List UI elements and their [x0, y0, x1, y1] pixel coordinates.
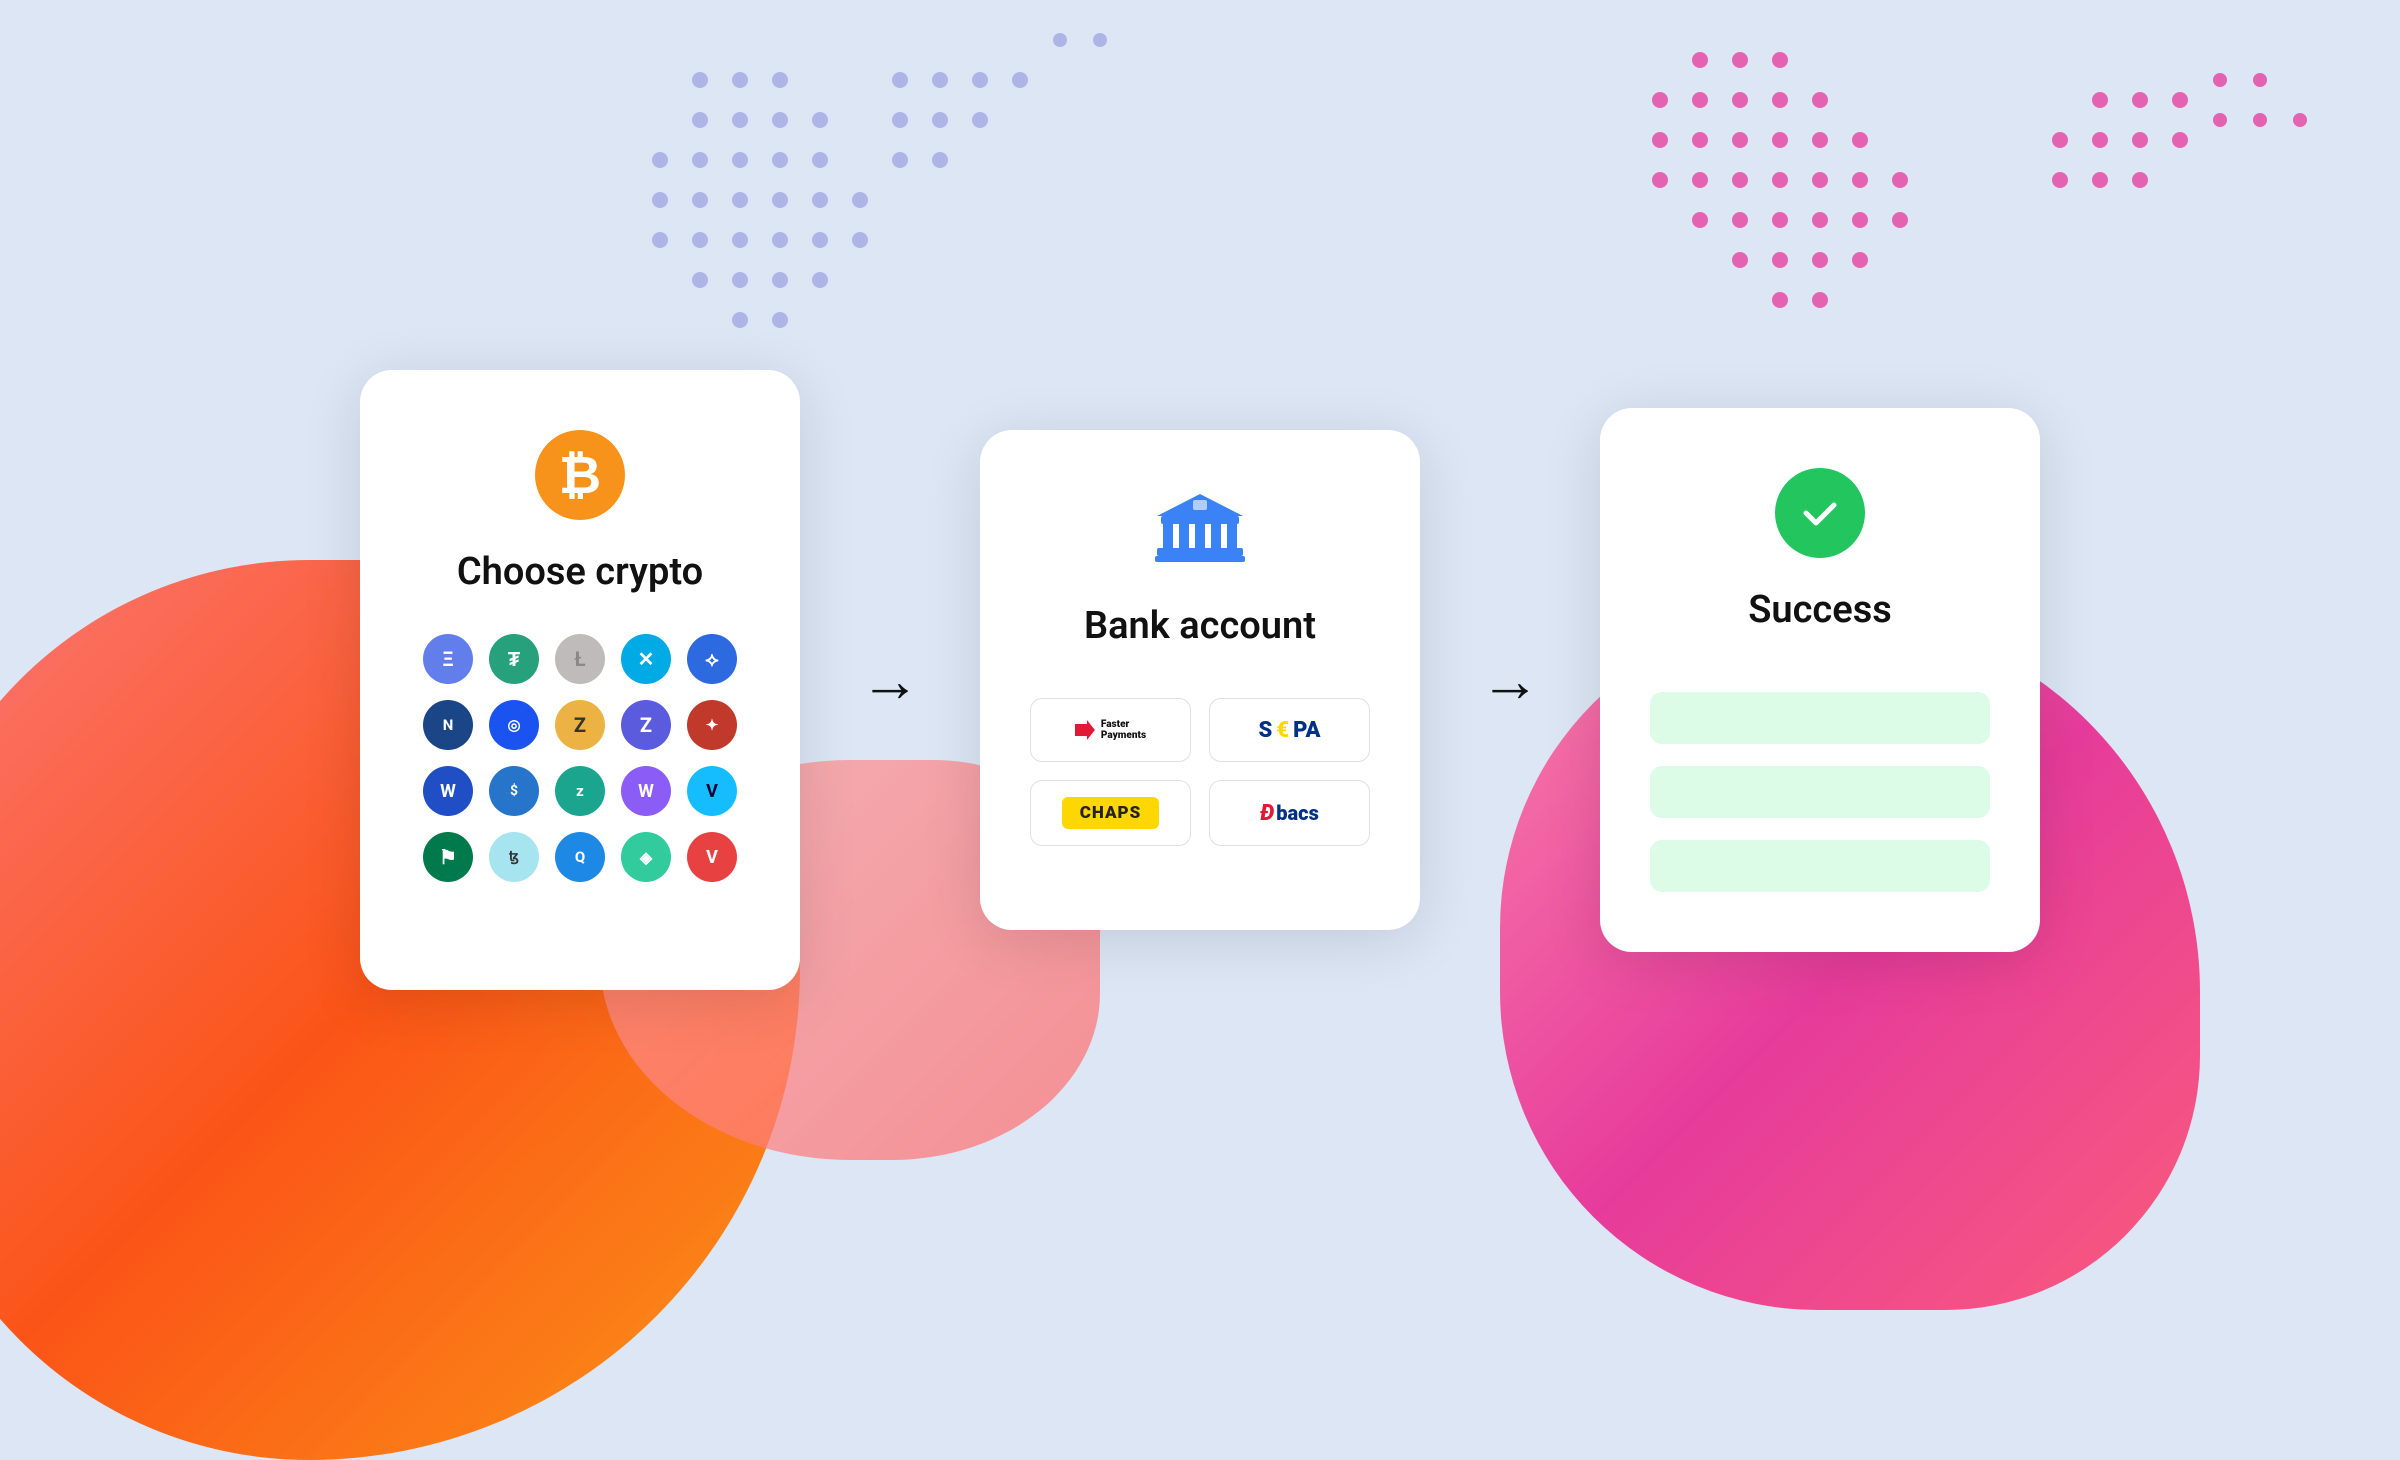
success-title: Success	[1748, 588, 1892, 632]
crypto-vechain[interactable]: V	[687, 766, 737, 816]
crypto-xrp[interactable]: ✕	[621, 634, 671, 684]
crypto-sa-rand[interactable]: ⚑	[423, 832, 473, 882]
bacs-arrow-symbol: Ð	[1260, 801, 1274, 826]
bacs-btn[interactable]: Ð bacs	[1209, 780, 1370, 846]
crypto-woo[interactable]: W	[423, 766, 473, 816]
success-card: Success	[1600, 408, 2040, 952]
main-container: ₿ Choose crypto Ξ ₮ Ł ✕ ⟡ N ◎ Z Z ✦ W $ …	[0, 0, 2400, 1360]
bank-account-card: Bank account Faster Payments S € PA	[980, 430, 1420, 930]
crypto-tether[interactable]: ₮	[489, 634, 539, 684]
crypto-paxos[interactable]: ✦	[687, 700, 737, 750]
crypto-zclassic[interactable]: Z	[621, 700, 671, 750]
arrow-2: →	[1480, 645, 1540, 716]
success-icon-wrapper	[1775, 468, 1865, 558]
crypto-zcoin[interactable]: ⟡	[687, 634, 737, 684]
faster-payments-btn[interactable]: Faster Payments	[1030, 698, 1191, 762]
arrow-1: →	[860, 645, 920, 716]
success-bar-2	[1650, 766, 1990, 818]
success-icon	[1775, 468, 1865, 558]
payment-methods-grid: Faster Payments S € PA CHAPS	[1030, 698, 1370, 846]
crypto-ocean[interactable]: ◎	[489, 700, 539, 750]
bitcoin-icon: ₿	[535, 430, 625, 520]
bitcoin-icon-wrapper: ₿	[535, 430, 625, 520]
choose-crypto-title: Choose crypto	[457, 550, 703, 594]
crypto-zec2[interactable]: z	[555, 766, 605, 816]
sepa-euro-sign: €	[1276, 718, 1289, 743]
crypto-wabi[interactable]: W	[621, 766, 671, 816]
bank-icon	[1155, 490, 1245, 570]
chaps-label: CHAPS	[1080, 803, 1142, 823]
checkmark-icon	[1796, 489, 1844, 537]
crypto-tezos[interactable]: ꜩ	[489, 832, 539, 882]
crypto-litecoin[interactable]: Ł	[555, 634, 605, 684]
faster-payments-text1: Faster	[1101, 719, 1146, 730]
chaps-badge: CHAPS	[1062, 797, 1160, 829]
crypto-verasity[interactable]: V	[687, 832, 737, 882]
faster-payments-label: Faster Payments	[1101, 719, 1146, 741]
sepa-s: S	[1259, 718, 1273, 743]
success-bar-3	[1650, 840, 1990, 892]
crypto-qash[interactable]: Q	[555, 832, 605, 882]
bank-account-title: Bank account	[1084, 604, 1316, 648]
crypto-kyber[interactable]: ◈	[621, 832, 671, 882]
crypto-stablecoin[interactable]: $	[489, 766, 539, 816]
bank-icon-wrapper	[1155, 490, 1245, 574]
faster-payments-arrow-icon	[1075, 720, 1095, 740]
choose-crypto-card: ₿ Choose crypto Ξ ₮ Ł ✕ ⟡ N ◎ Z Z ✦ W $ …	[360, 370, 800, 990]
crypto-grid: Ξ ₮ Ł ✕ ⟡ N ◎ Z Z ✦ W $ z W V ⚑ ꜩ Q ◈ V	[423, 634, 737, 882]
success-bar-1	[1650, 692, 1990, 744]
crypto-nexo[interactable]: N	[423, 700, 473, 750]
chaps-btn[interactable]: CHAPS	[1030, 780, 1191, 846]
crypto-ethereum[interactable]: Ξ	[423, 634, 473, 684]
success-bars-container	[1650, 692, 1990, 892]
crypto-zcash[interactable]: Z	[555, 700, 605, 750]
faster-payments-text2: Payments	[1101, 730, 1146, 741]
sepa-label-wrapper: S € PA	[1259, 718, 1321, 743]
bacs-text: bacs	[1276, 801, 1319, 825]
bacs-label-wrapper: Ð bacs	[1260, 801, 1319, 826]
sepa-pa: PA	[1293, 718, 1320, 743]
sepa-btn[interactable]: S € PA	[1209, 698, 1370, 762]
